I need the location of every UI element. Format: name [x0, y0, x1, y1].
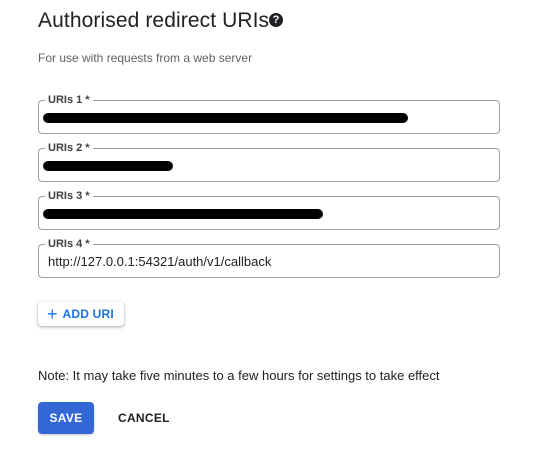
- redaction-bar: [43, 161, 173, 171]
- plus-icon: +: [47, 304, 58, 324]
- add-uri-label: ADD URI: [62, 307, 114, 321]
- settings-note: Note: It may take five minutes to a few …: [38, 368, 440, 383]
- uri-field-label: URIs 4 *: [45, 237, 93, 251]
- save-button[interactable]: SAVE: [38, 402, 94, 434]
- uri-field-label: URIs 2 *: [45, 141, 93, 155]
- redaction-bar: [43, 209, 323, 219]
- section-title: Authorised redirect URIs: [38, 9, 270, 32]
- help-icon[interactable]: ?: [269, 13, 283, 27]
- uri-field-label: URIs 3 *: [45, 189, 93, 203]
- uri-field-label: URIs 1 *: [45, 93, 93, 107]
- uri-field-1[interactable]: URIs 1 *: [38, 93, 500, 134]
- uri-value[interactable]: http://127.0.0.1:54321/auth/v1/callback: [48, 254, 488, 269]
- uri-field-3[interactable]: URIs 3 *: [38, 189, 500, 230]
- uri-field-2[interactable]: URIs 2 *: [38, 141, 500, 182]
- uri-field-4[interactable]: URIs 4 * http://127.0.0.1:54321/auth/v1/…: [38, 237, 500, 278]
- cancel-button[interactable]: CANCEL: [108, 402, 180, 434]
- add-uri-button[interactable]: + ADD URI: [38, 302, 124, 326]
- redaction-bar: [43, 113, 408, 123]
- section-subtitle: For use with requests from a web server: [38, 51, 253, 65]
